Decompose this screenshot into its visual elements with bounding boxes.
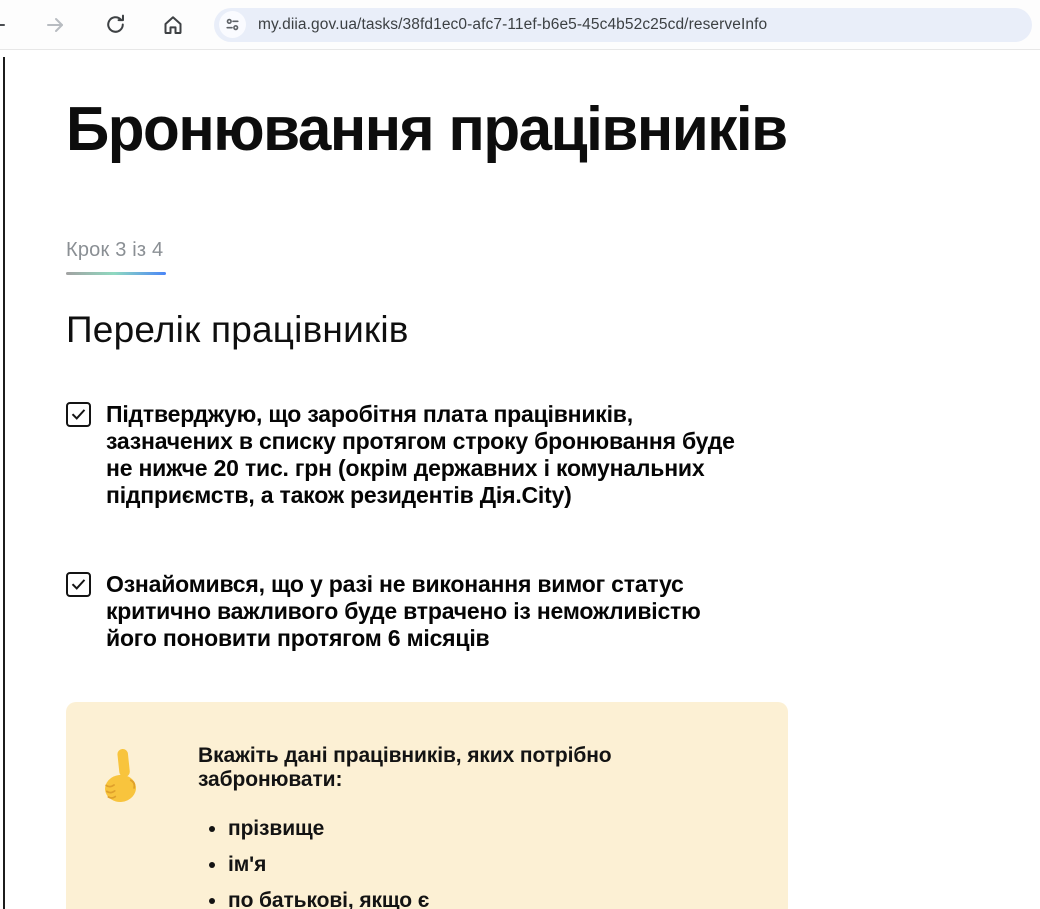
info-box-content: Вкажіть дані працівників, яких потрібно …: [198, 732, 748, 909]
step-progress-bar: [66, 272, 166, 275]
salary-confirmation-row: Підтверджую, що заробітня плата працівни…: [66, 401, 1040, 509]
url-bar[interactable]: my.diia.gov.ua/tasks/38fd1ec0-afc7-11ef-…: [214, 8, 1032, 42]
status-loss-label[interactable]: Ознайомився, що у разі не виконання вимо…: [106, 571, 751, 652]
salary-confirmation-label[interactable]: Підтверджую, що заробітня плата працівни…: [106, 401, 751, 509]
status-loss-checkbox[interactable]: [66, 572, 91, 597]
employee-data-list: прізвище ім'я по батькові, якщо є дата н…: [198, 816, 748, 909]
status-loss-row: Ознайомився, що у разі не виконання вимо…: [66, 571, 1040, 652]
section-title: Перелік працівників: [66, 309, 1040, 351]
page-title: Бронювання працівників: [66, 94, 1011, 165]
reservation-page: Бронювання працівників Крок 3 із 4 Перел…: [0, 94, 1040, 909]
list-item-name: ім'я: [228, 852, 748, 878]
url-text: my.diia.gov.ua/tasks/38fd1ec0-afc7-11ef-…: [258, 16, 767, 34]
home-icon[interactable]: [156, 8, 190, 42]
list-item-surname: прізвище: [228, 816, 748, 842]
browser-toolbar: my.diia.gov.ua/tasks/38fd1ec0-afc7-11ef-…: [0, 0, 1040, 50]
list-item-patronymic: по батькові, якщо є: [228, 888, 748, 909]
forward-icon[interactable]: [38, 8, 72, 42]
site-settings-icon[interactable]: [219, 11, 246, 38]
employee-data-info-box: Вкажіть дані працівників, яких потрібно …: [66, 702, 788, 909]
reload-icon[interactable]: [98, 8, 132, 42]
step-indicator: Крок 3 із 4: [66, 239, 1040, 262]
back-icon[interactable]: [0, 8, 14, 42]
salary-confirmation-checkbox[interactable]: [66, 402, 91, 427]
window-left-edge: [3, 57, 5, 909]
info-box-title: Вкажіть дані працівників, яких потрібно …: [198, 744, 748, 792]
index-pointing-up-icon: [95, 746, 153, 812]
